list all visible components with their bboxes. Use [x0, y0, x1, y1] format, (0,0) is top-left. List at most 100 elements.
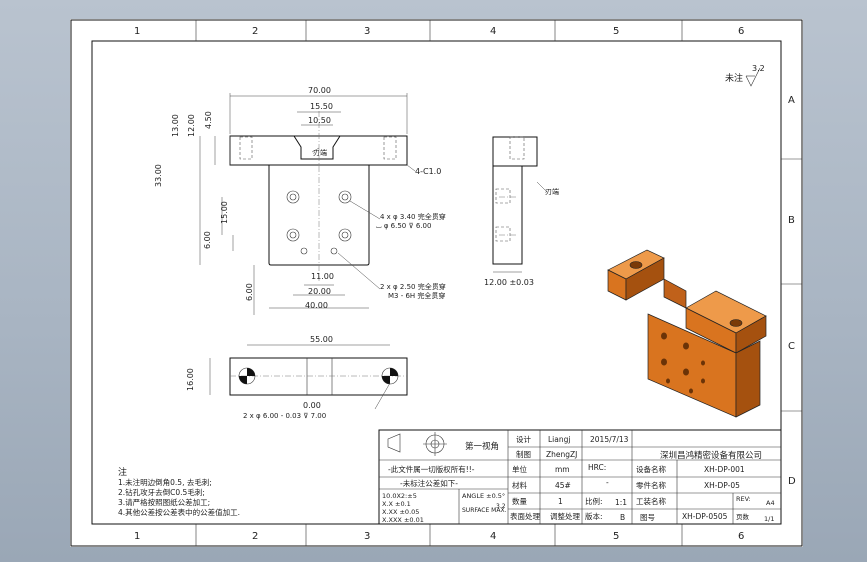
- equip-name: XH-DP-001: [704, 465, 745, 474]
- row-marker-b: B: [788, 215, 795, 226]
- version-label: 版本:: [585, 511, 603, 521]
- design-label: 设计: [516, 434, 531, 444]
- hole-note-1a: 4 x φ 3.40 完全贯穿: [380, 212, 446, 221]
- dim-6-a: 6.00: [203, 231, 212, 249]
- dim-4-50: 4.50: [204, 111, 213, 129]
- side-hole-2: [495, 226, 511, 242]
- hole-note-1b: ⌴ φ 6.50 ⊽ 6.00: [376, 222, 431, 230]
- dim-55: 55.00: [310, 335, 333, 344]
- bottom-right-pin: [381, 367, 399, 385]
- bottom-view: [209, 344, 408, 410]
- row-marker-a: A: [788, 95, 795, 106]
- unit-label: 单位: [512, 464, 527, 474]
- projection-label: 第一视角: [465, 441, 499, 452]
- material-label: 材料: [512, 480, 527, 490]
- title-block: [378, 429, 782, 525]
- dim-16: 16.00: [186, 368, 195, 391]
- front-right-bore: [383, 136, 397, 160]
- scale-label: 比例:: [585, 496, 603, 506]
- col-marker-5-bottom: 5: [613, 531, 619, 542]
- note-2: 2.钻孔攻牙去倒C0.5毛刺;: [118, 487, 205, 497]
- dim-12-side: 12.00 ±0.03: [484, 278, 534, 287]
- part-name: XH-DP-05: [704, 481, 740, 490]
- qty-label: 数量: [512, 496, 527, 506]
- rev-value: A4: [766, 499, 775, 507]
- dim-15-50: 15.50: [310, 102, 333, 111]
- scale-value: 1:1: [615, 498, 627, 507]
- col-marker-6-bottom: 6: [738, 531, 744, 542]
- dim-15: 15.00: [220, 201, 229, 224]
- col-marker-3: 3: [364, 26, 370, 37]
- material-value: 45#: [555, 481, 571, 490]
- company-name: 深圳昌鸿精密设备有限公司: [660, 450, 762, 461]
- front-left-bore: [239, 136, 253, 160]
- equip-name-label: 设备名称: [636, 464, 666, 474]
- dim-pin-note: 2 x φ 6.00 - 0.03 ⊽ 7.00: [243, 412, 326, 420]
- drawer: ZhengZJ: [546, 450, 577, 459]
- col-marker-3-bottom: 3: [364, 531, 370, 542]
- draw-label: 制图: [516, 449, 531, 459]
- col-marker-1: 1: [134, 26, 140, 37]
- isometric-view: [607, 249, 767, 418]
- surface-value: 3.2: [752, 64, 765, 73]
- hole-note-2a: 2 x φ 2.50 完全贯穿: [380, 282, 446, 291]
- note-3: 3.请严格按照图纸公差加工;: [118, 497, 210, 507]
- row-marker-d: D: [788, 476, 796, 487]
- drawing-canvas: 1 2 3 4 5 6 1 2 3 4 5 6 A B C D 未注 3.2 7…: [70, 19, 803, 547]
- bottom-rect: [229, 357, 408, 396]
- side-hole-1: [495, 188, 511, 204]
- col-marker-2: 2: [252, 26, 258, 37]
- tol-row-2: X.XX ±0.05: [382, 508, 419, 516]
- station-label: 工装名称: [636, 496, 666, 506]
- note-4: 4.其他公差按公差表中的公差值加工.: [118, 507, 240, 517]
- tol-row-3: X.XXX ±0.01: [382, 516, 424, 524]
- designer: Liangj: [548, 435, 570, 444]
- dim-12: 12.00: [187, 114, 196, 137]
- col-marker-5: 5: [613, 26, 619, 37]
- hole-note-2b: M3 - 6H 完全贯穿: [388, 291, 445, 300]
- dim-10-50: 10.50: [308, 116, 331, 125]
- dim-chamfer: 4-C1.0: [415, 167, 441, 176]
- hrc-label: HRC:: [588, 463, 606, 472]
- projection-symbol: [387, 432, 447, 456]
- drawing-no-label: 图号: [640, 513, 655, 522]
- qty-value: 1: [558, 497, 563, 506]
- copyright-warning: -此文件属一切版权所有!!-: [388, 464, 475, 474]
- dim-33: 33.00: [154, 164, 163, 187]
- side-body: [492, 165, 523, 265]
- col-marker-2-bottom: 2: [252, 531, 258, 542]
- version-value: B: [620, 513, 625, 522]
- side-view: [492, 136, 548, 273]
- note-1: 1.未注明边倒角0.5, 去毛刺;: [118, 477, 212, 487]
- side-edge-label: 刃端: [545, 187, 559, 196]
- dim-40: 40.00: [305, 301, 328, 310]
- front-edge-label: 刃端: [313, 148, 327, 157]
- dim-20: 20.00: [308, 287, 331, 296]
- dim-pin-0: 0.00: [303, 401, 321, 410]
- surface-treatment-value: 调整处理: [550, 511, 580, 521]
- dim-70: 70.00: [308, 86, 331, 95]
- row-marker-c: C: [788, 341, 795, 352]
- surface-treatment-label: 表面处理: [510, 511, 540, 521]
- notes-heading: 注: [118, 466, 127, 478]
- dim-6-b: 6.00: [245, 283, 254, 301]
- tol-row-0: 10.0X2:±5: [382, 492, 417, 500]
- sheet-value: 1/1: [764, 515, 774, 523]
- drawing-sheet: 1 2 3 4 5 6 1 2 3 4 5 6 A B C D 未注 3.2 7…: [70, 19, 803, 547]
- front-view: [199, 93, 416, 315]
- design-date: 2015/7/13: [590, 435, 629, 444]
- surface-finish-symbol: 未注 3.2: [725, 64, 765, 87]
- tol-unit: 3.2: [496, 503, 506, 510]
- rev-label: REV:: [736, 495, 751, 503]
- tol-angle: ANGLE ±0.5°: [462, 492, 505, 500]
- side-top: [492, 136, 538, 167]
- col-marker-1-bottom: 1: [134, 531, 140, 542]
- part-name-label: 零件名称: [636, 480, 666, 490]
- dim-13: 13.00: [171, 114, 180, 137]
- col-marker-6: 6: [738, 26, 744, 37]
- col-marker-4: 4: [490, 26, 496, 37]
- notes-block: 注 1.未注明边倒角0.5, 去毛刺; 2.钻孔攻牙去倒C0.5毛刺; 3.请严…: [118, 466, 240, 517]
- bottom-left-pin: [238, 367, 256, 385]
- surface-label: 未注: [725, 72, 743, 84]
- side-bore: [509, 136, 525, 160]
